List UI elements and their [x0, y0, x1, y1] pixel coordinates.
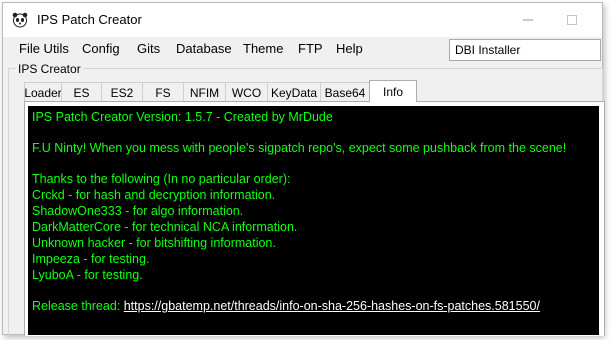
- tab-es2[interactable]: ES2: [101, 82, 143, 102]
- maximize-button[interactable]: [559, 9, 585, 31]
- tab-keydata[interactable]: KeyData: [267, 82, 321, 102]
- credit-line: Crckd - for hash and decryption informat…: [32, 188, 276, 202]
- tab-fs[interactable]: FS: [142, 82, 184, 102]
- group-label: IPS Creator: [16, 62, 83, 76]
- version-line: IPS Patch Creator Version: 1.5.7 - Creat…: [32, 110, 333, 124]
- menu-theme[interactable]: Theme: [243, 41, 283, 56]
- release-line: Release thread: https://gbatemp.net/thre…: [32, 298, 540, 314]
- window-title: IPS Patch Creator: [37, 12, 142, 27]
- installer-select[interactable]: DBI Installer: [449, 39, 601, 61]
- menu-gits[interactable]: Gits: [137, 41, 160, 56]
- minimize-icon: [523, 19, 533, 21]
- thanks-heading: Thanks to the following (In no particula…: [32, 172, 291, 186]
- message-line: F.U Ninty! When you mess with people's s…: [32, 141, 567, 155]
- tab-nfim[interactable]: NFIM: [183, 82, 226, 102]
- menu-database[interactable]: Database: [176, 41, 232, 56]
- installer-select-value: DBI Installer: [455, 43, 521, 57]
- tab-loader[interactable]: Loader: [24, 82, 62, 102]
- panda-app-icon: [12, 12, 28, 28]
- menu-config[interactable]: Config: [82, 41, 120, 56]
- credit-line: DarkMatterCore - for technical NCA infor…: [32, 220, 298, 234]
- release-thread-link[interactable]: https://gbatemp.net/threads/info-on-sha-…: [124, 299, 540, 313]
- credit-line: Unknown hacker - for bitshifting informa…: [32, 236, 276, 250]
- release-label: Release thread:: [32, 299, 124, 313]
- credit-line: ShadowOne333 - for algo information.: [32, 204, 244, 218]
- tab-es[interactable]: ES: [61, 82, 102, 102]
- menu-ftp[interactable]: FTP: [298, 41, 323, 56]
- tab-info[interactable]: Info: [369, 80, 417, 102]
- tab-base64[interactable]: Base64: [320, 82, 370, 102]
- tab-wco[interactable]: WCO: [225, 82, 268, 102]
- credit-line: Impeeza - for testing.: [32, 252, 150, 266]
- maximize-icon: [567, 15, 577, 25]
- menu-file-utils[interactable]: File Utils: [19, 41, 69, 56]
- menu-help[interactable]: Help: [336, 41, 363, 56]
- minimize-button[interactable]: [515, 9, 541, 31]
- title-bar: IPS Patch Creator: [3, 3, 602, 37]
- credit-line: LyuboA - for testing.: [32, 268, 143, 282]
- info-console[interactable]: IPS Patch Creator Version: 1.5.7 - Creat…: [28, 106, 599, 335]
